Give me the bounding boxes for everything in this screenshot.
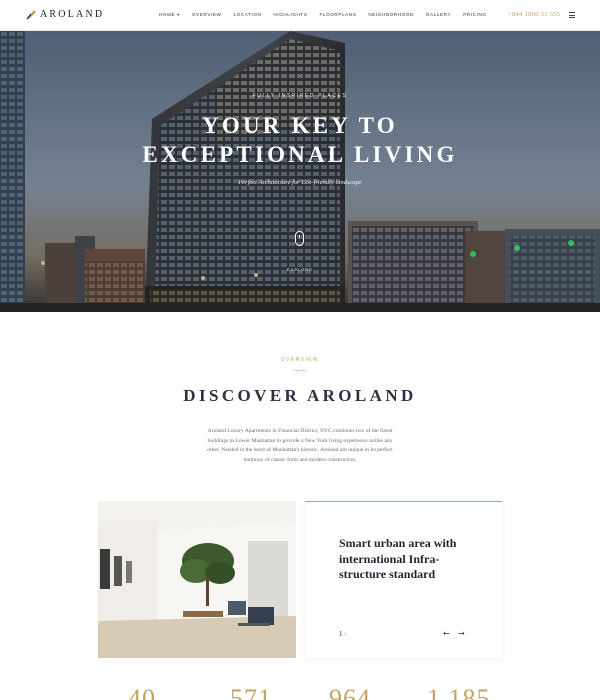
menu-item-overview[interactable]: Overview [192,12,221,18]
slide-current: 1 [339,630,343,638]
hero-title-line-1: YOUR KEY TO [202,113,398,138]
overview-body-line: other. Nestled in the heart of Manhattan… [207,447,393,454]
stat-value: 964 [329,684,371,700]
menu-item-pricing[interactable]: Pricing [463,12,486,18]
chevron-down-icon: ▾ [177,12,180,17]
explore-label[interactable]: Explore [0,267,600,272]
arrow-right-icon[interactable]: → [458,629,465,638]
feature-card: Smart urban area with international Infr… [305,501,502,658]
main-menu: Home ▾ Overview Location Highlights Floo… [159,12,499,18]
hero-subtitle: Perfect Architecture for Eco-friendly la… [238,179,362,186]
stat-value: 571 [230,684,272,700]
stat-value: 40 [128,684,156,700]
lobby-image [98,501,296,658]
hero-eyebrow: Fully inspired places [252,93,348,99]
top-navbar: AROLAND Home ▾ Overview Location Highlig… [0,0,600,31]
overview-title: DISCOVER AROLAND [183,386,417,405]
menu-item-home-label: Home [159,12,176,17]
slide-total: /5 [343,632,347,637]
overview-body-line: Aroland Luxury Apartments in Financial D… [207,428,393,434]
menu-item-location[interactable]: Location [233,12,261,18]
slide-counter: 1/5 [339,630,347,638]
logo[interactable]: AROLAND [26,9,104,20]
menu-item-gallery[interactable]: Gallery [426,12,451,18]
menu-item-neighborhood[interactable]: Neighborhood [368,12,413,18]
logo-text: AROLAND [40,9,105,20]
phone-number[interactable]: +844 1800 33 555 [508,11,560,18]
overview-body: Aroland Luxury Apartments in Financial D… [200,427,400,465]
hero-title-line-2: EXCEPTIONAL LIVING [142,142,458,167]
feature-heading: Smart urban area with international Infr… [339,536,457,581]
arrow-left-icon[interactable]: ← [443,629,450,638]
overview-eyebrow: Overview [280,357,320,363]
hamburger-icon[interactable] [569,12,575,18]
ornament-divider-icon [292,369,308,372]
mouse-scroll-icon[interactable] [295,231,304,246]
menu-item-floorplans[interactable]: Floorplans [320,12,357,18]
menu-item-highlights[interactable]: Highlights [273,12,307,18]
hero-section: Fully inspired places YOUR KEY TO EXCEPT… [0,31,600,312]
overview-body-line: harmony of classic form and modern const… [243,456,357,463]
stat-value: 1,185 [427,684,491,700]
logo-key-icon [26,9,37,20]
overview-body-line: buildings in Lower Manhattan to provide … [207,437,393,444]
menu-item-home[interactable]: Home ▾ [159,12,180,18]
hero-title: YOUR KEY TO EXCEPTIONAL LIVING [0,111,600,169]
stats-row: 40 571 964 1,185 [0,684,600,700]
